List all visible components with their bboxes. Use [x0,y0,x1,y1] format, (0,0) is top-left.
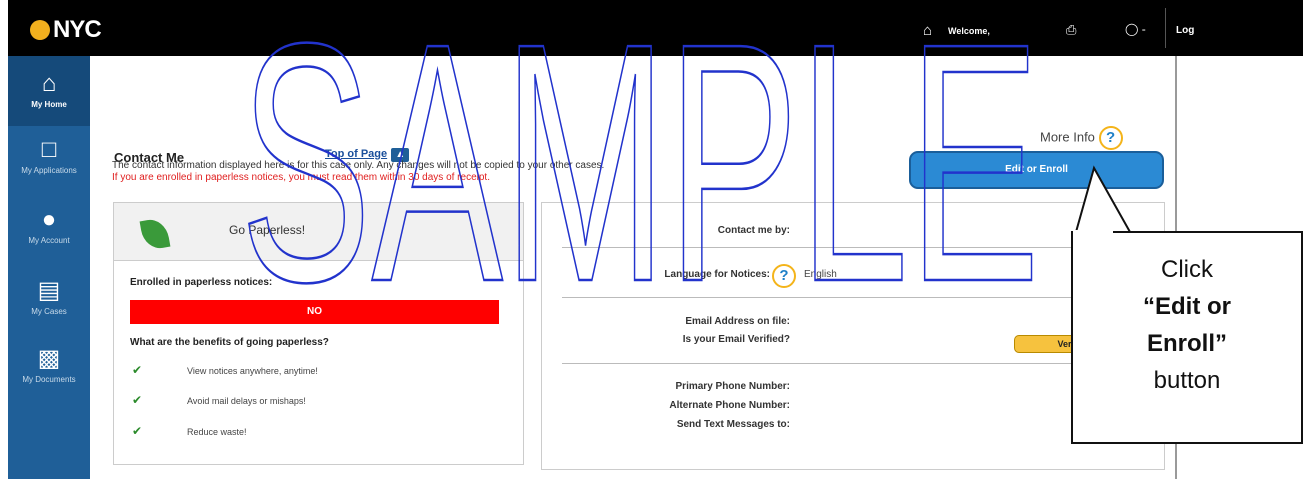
sidebar-item-label: My Account [28,236,70,245]
paperless-panel: Go Paperless! Enrolled in paperless noti… [113,202,524,465]
text-messages-label: Send Text Messages to: [676,419,790,430]
more-info-label: More Info [1040,129,1095,145]
sidebar-item-label: My Documents [22,375,76,384]
callout-pointer-mask [1073,230,1113,236]
benefit-item: ✔ View notices anywhere, anytime! [132,363,318,377]
paperless-header: Go Paperless! [114,203,523,261]
instruction-callout: Click “Edit or Enroll” button [1071,231,1303,444]
callout-line: Click [1161,256,1213,283]
callout-pointer [1074,165,1132,233]
case-file-icon: ▤ [37,277,61,304]
printer-icon[interactable]: ⎙ [1066,22,1076,38]
sidebar-item-label: My Applications [21,166,77,175]
more-info-link[interactable]: More Info ? [1040,126,1123,150]
documents-icon: ▩ [37,345,61,372]
primary-phone-label: Primary Phone Number: [675,381,790,392]
divider [562,247,1147,248]
benefit-item: ✔ Reduce waste! [132,424,247,438]
language-label: Language for Notices: [664,269,770,280]
benefit-item: ✔ Avoid mail delays or mishaps! [132,393,306,407]
benefit-text: View notices anywhere, anytime! [187,366,318,376]
home-icon[interactable]: ⌂ [923,22,932,39]
benefit-text: Avoid mail delays or mishaps! [187,396,306,406]
document-icon: □ [41,136,57,163]
sidebar-item-my-applications[interactable]: □ My Applications [8,136,90,175]
top-navigation-bar: NYC ⌂ Welcome, ⎙ ◯ - Log [8,0,1303,56]
enrolled-status-bar: NO [130,300,499,324]
checkmark-icon: ✔ [132,424,143,438]
nyc-logo-dot-icon [30,20,50,40]
divider [562,363,1147,364]
checkmark-icon: ✔ [132,363,143,377]
sidebar-item-my-cases[interactable]: ▤ My Cases [8,276,90,316]
callout-line: Enroll” [1146,330,1227,357]
email-address-label: Email Address on file: [685,316,790,327]
checkmark-icon: ✔ [132,393,143,407]
benefits-heading: What are the benefits of going paperless… [130,337,329,348]
leaf-icon [139,216,171,252]
user-icon: ● [41,206,57,233]
sidebar-item-label: My Home [31,100,67,109]
sidebar-item-my-documents[interactable]: ▩ My Documents [8,344,90,384]
help-question-icon[interactable]: ? [1098,126,1123,150]
enrolled-label: Enrolled in paperless notices: [130,277,273,288]
callout-line: “Edit or [1143,293,1231,320]
sidebar-item-my-home[interactable]: ⌂ My Home [8,56,90,126]
welcome-text: Welcome, [948,26,990,36]
callout-line: button [1153,367,1221,394]
info-text: The contact information displayed here i… [112,160,605,171]
email-verified-label: Is your Email Verified? [682,334,790,345]
logo-text: NYC [53,16,102,43]
nyc-logo[interactable]: NYC [30,16,102,44]
sidebar-item-label: My Cases [31,307,67,316]
divider [1165,8,1166,48]
language-value: English [804,269,837,280]
benefit-text: Reduce waste! [187,427,247,437]
home-icon: ⌂ [41,70,57,97]
logout-link[interactable]: Log [1176,25,1194,36]
help-menu-icon[interactable]: ◯ - [1125,22,1146,36]
divider [562,297,1147,298]
top-of-page-label: Top of Page [325,148,388,160]
paperless-title: Go Paperless! [229,223,306,237]
sidebar: ⌂ My Home □ My Applications ● My Account… [8,56,90,479]
warning-text: If you are enrolled in paperless notices… [112,172,490,183]
contact-me-by-label: Contact me by: [717,225,790,236]
sidebar-item-my-account[interactable]: ● My Account [8,206,90,245]
language-help-icon[interactable]: ? [772,264,796,288]
alternate-phone-label: Alternate Phone Number: [669,400,790,411]
